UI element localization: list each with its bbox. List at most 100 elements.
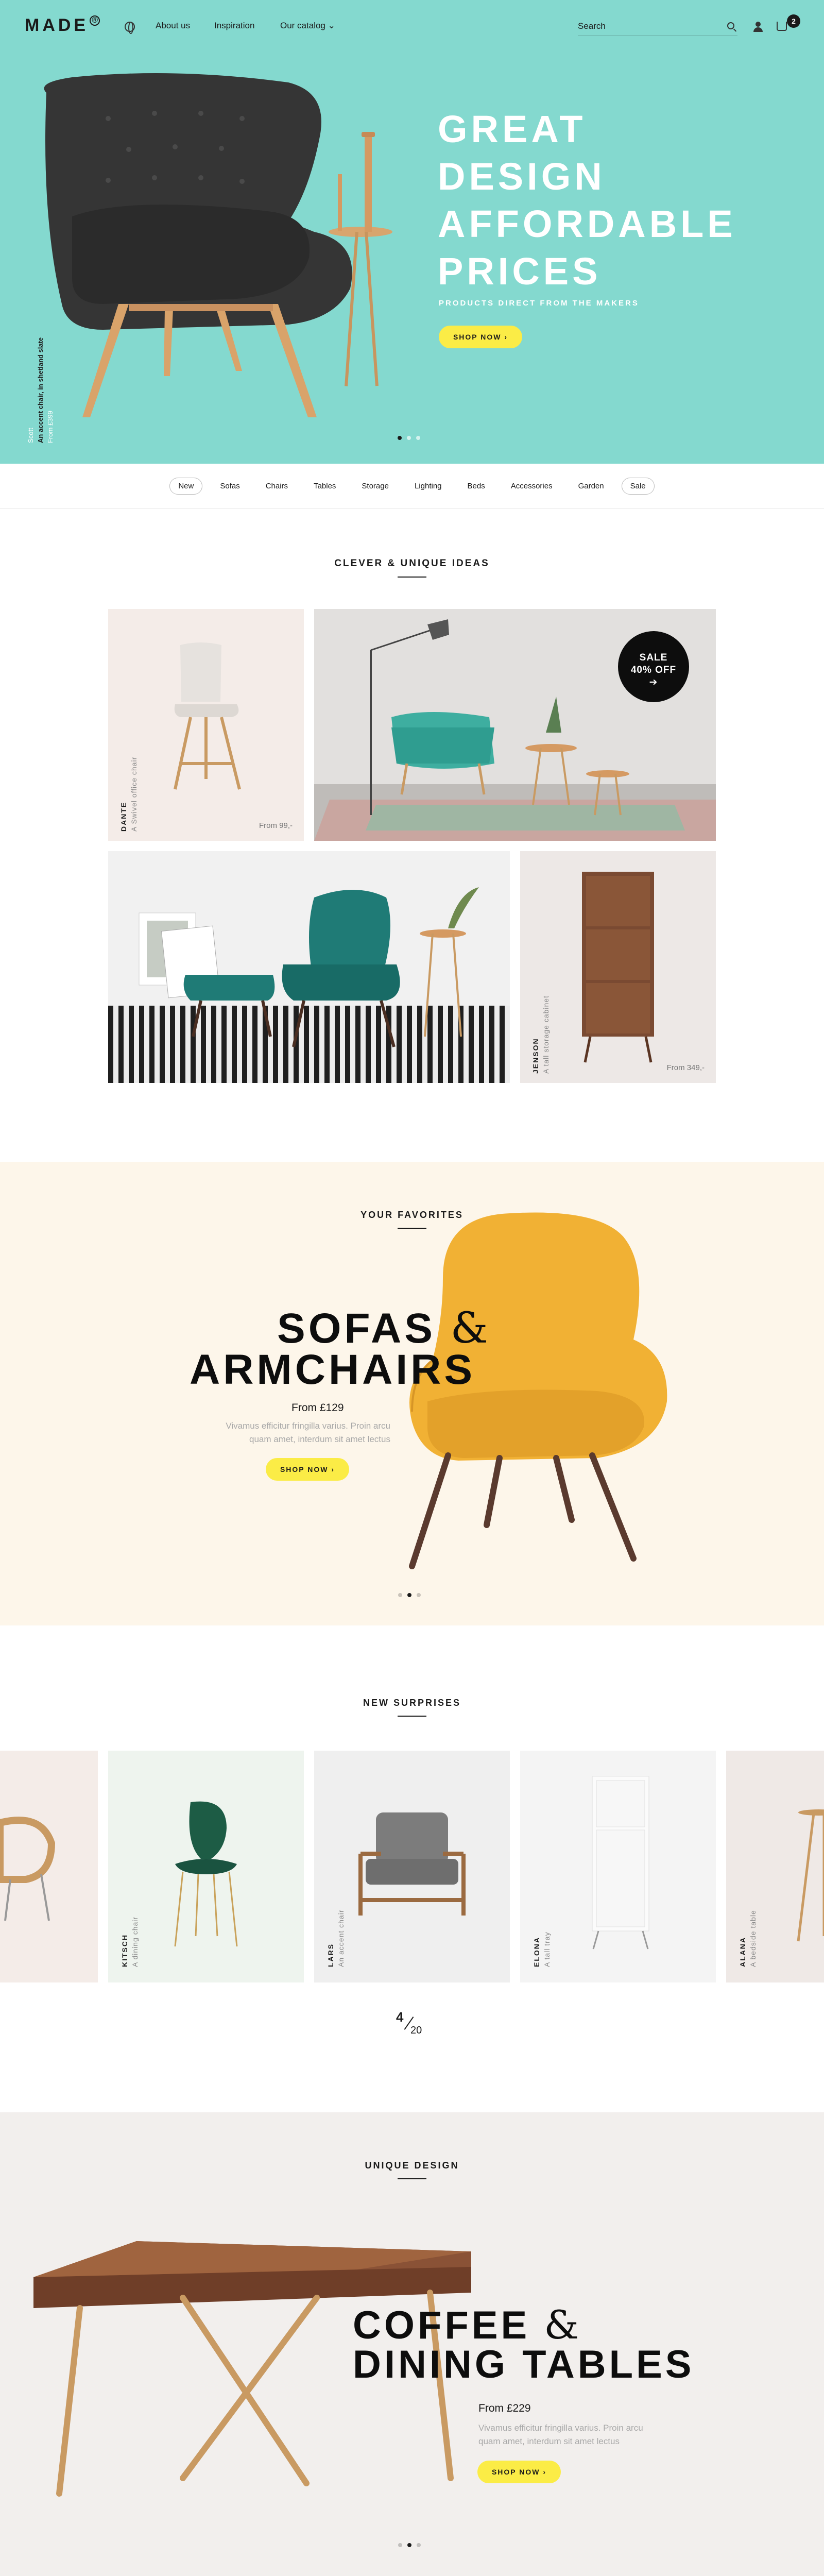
nav-our-catalog[interactable]: Our catalog ⌄ (280, 21, 335, 31)
rug-stripe (324, 1006, 330, 1083)
unique-shop-now-button[interactable]: SHOP NOW › (477, 2461, 561, 2483)
slider-dot[interactable] (407, 436, 411, 440)
rug-stripe (160, 1006, 165, 1083)
carousel-tile-lars[interactable]: LARS An accent chair (314, 1751, 510, 1982)
rug-stripe (283, 1006, 288, 1083)
logo[interactable]: MADE ® (25, 15, 100, 36)
category-sofas[interactable]: Sofas (212, 478, 248, 494)
clever-ideas-title: CLEVER & UNIQUE IDEAS (0, 558, 824, 578)
cart-icon[interactable] (777, 22, 787, 31)
slider-dot[interactable] (398, 2543, 402, 2547)
hero-product-caption: Scott An accent chair, in shetland slate… (26, 299, 55, 443)
favorites-text-line: Vivamus efficitur fringilla varius. Proi… (226, 1421, 390, 1431)
elona-desc: A tall tray (543, 1931, 551, 1967)
category-bar: New Sofas Chairs Tables Storage Lighting… (0, 464, 824, 509)
unique-title-line-1: COFFEE & (353, 2306, 582, 2345)
counter-total: 20 (410, 2025, 422, 2036)
category-garden[interactable]: Garden (570, 478, 612, 494)
category-lighting[interactable]: Lighting (406, 478, 450, 494)
kitsch-desc: A dining chair (131, 1916, 139, 1967)
product-tile-jenson[interactable]: JENSON A tall storage cabinet From 349,- (520, 851, 716, 1083)
alana-name: ALANA (739, 1937, 747, 1967)
rug-stripe (355, 1006, 360, 1083)
logo-text: MADE (25, 15, 89, 35)
favorites-title-line-1: SOFAS & (277, 1308, 491, 1350)
rug-stripe (469, 1006, 474, 1083)
page: MADE ® About us Inspiration Our catalog ⌄… (0, 0, 824, 2576)
category-chairs[interactable]: Chairs (258, 478, 296, 494)
rug-stripe (118, 1006, 124, 1083)
slider-dot[interactable] (417, 1593, 421, 1597)
carousel-tile-partial-left[interactable] (0, 1751, 98, 1982)
category-accessories[interactable]: Accessories (503, 478, 561, 494)
hero-title-line: PRICES (438, 250, 602, 293)
rug-stripe (366, 1006, 371, 1083)
slider-dot[interactable] (398, 1593, 402, 1597)
rug-stripe (221, 1006, 227, 1083)
carousel-tile-alana[interactable]: ALANA A bedside table (726, 1751, 824, 1982)
dante-caption: DANTE A Swivel office chair (118, 757, 139, 832)
lars-caption: LARS An accent chair (325, 1910, 346, 1968)
rug-stripe (427, 1006, 433, 1083)
hero-slider-dots (398, 436, 420, 440)
teal-armchair-scene-image (108, 851, 510, 1083)
rug-stripe (149, 1006, 154, 1083)
slider-dot[interactable] (416, 436, 420, 440)
slider-dot[interactable] (407, 1593, 411, 1597)
category-storage[interactable]: Storage (353, 478, 397, 494)
ampersand: & (450, 1304, 491, 1353)
category-sale[interactable]: Sale (621, 478, 655, 495)
product-tile-dante[interactable]: DANTE A Swivel office chair From 99,- (108, 609, 304, 841)
carousel-tile-elona[interactable]: ELONA A tall tray (520, 1751, 716, 1982)
category-tables[interactable]: Tables (305, 478, 344, 494)
carousel-tile-kitsch[interactable]: KITSCH A dining chair (108, 1751, 304, 1982)
teal-armchair-tile[interactable] (108, 851, 510, 1083)
user-icon[interactable] (753, 22, 763, 32)
dante-name: DANTE (119, 801, 128, 832)
slider-dot[interactable] (417, 2543, 421, 2547)
lars-chair-image (358, 1812, 466, 1916)
slider-dot[interactable] (398, 436, 402, 440)
sale-line-1: SALE (639, 652, 668, 663)
globe-icon[interactable] (125, 22, 135, 34)
caption-name: Scott (27, 428, 35, 443)
lars-name: LARS (327, 1943, 335, 1967)
slider-dot[interactable] (407, 2543, 411, 2547)
rug-stripe (201, 1006, 206, 1083)
search-input[interactable] (578, 18, 717, 35)
sale-badge[interactable]: SALE 40% OFF ➔ (618, 631, 689, 702)
unique-description: Vivamus efficitur fringilla varius. Proi… (478, 2421, 695, 2448)
rug-stripe (345, 1006, 350, 1083)
rug-stripe (129, 1006, 134, 1083)
rug-stripe (448, 1006, 453, 1083)
category-new[interactable]: New (169, 478, 203, 495)
search-icon[interactable] (727, 22, 734, 29)
caption-desc: An accent chair, in shetland slate (37, 337, 44, 443)
kitsch-chair-image (174, 1801, 238, 1947)
nav-inspiration[interactable]: Inspiration (214, 21, 254, 31)
lars-desc: An accent chair (337, 1909, 345, 1968)
kitsch-name: KITSCH (121, 1934, 129, 1967)
kitsch-caption: KITSCH A dining chair (119, 1917, 140, 1967)
hero-shop-now-button[interactable]: SHOP NOW › (439, 326, 522, 348)
favorites-shop-now-button[interactable]: SHOP NOW › (266, 1458, 349, 1481)
nav-about-us[interactable]: About us (156, 21, 190, 31)
rug-stripe (407, 1006, 412, 1083)
rug-stripe (232, 1006, 237, 1083)
rug-stripe (397, 1006, 402, 1083)
favorites-slider-dots (398, 1593, 421, 1597)
dante-chair-image (174, 642, 241, 790)
sale-line-2: 40% OFF (630, 665, 677, 675)
unique-text-line: Vivamus efficitur fringilla varius. Proi… (478, 2423, 643, 2433)
favorites-price: From £129 (291, 1402, 344, 1414)
unique-slider-dots (398, 2543, 421, 2547)
counter-current: 4 (396, 2009, 404, 2025)
unique-title-line-2: DINING TABLES (353, 2343, 695, 2386)
rug-stripe (304, 1006, 309, 1083)
carousel-counter: 4 20 (394, 2009, 435, 2040)
category-beds[interactable]: Beds (459, 478, 493, 494)
rug-stripe (211, 1006, 216, 1083)
rug-stripe (252, 1006, 258, 1083)
cart-count-badge: 2 (787, 14, 800, 28)
rug-stripe (139, 1006, 144, 1083)
